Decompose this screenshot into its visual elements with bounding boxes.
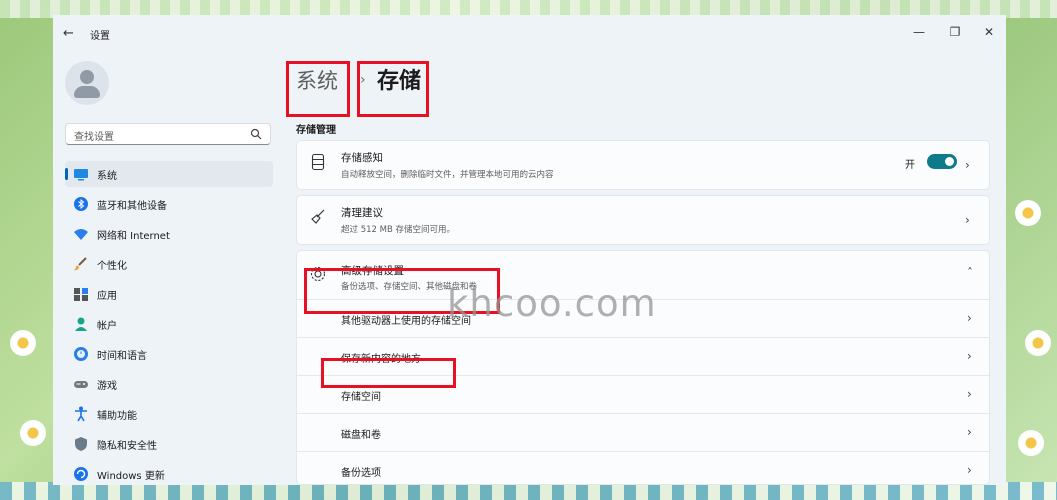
minimize-button[interactable]: —	[904, 21, 934, 43]
sidebar-item-privacy[interactable]: 隐私和安全性	[65, 431, 273, 457]
sidebar-nav: 系统 蓝牙和其他设备 网络和 Internet 个性化 应用 帐户 时间和语言 …	[65, 161, 273, 485]
chevron-right-icon: ›	[967, 311, 972, 325]
chevron-right-icon: ›	[967, 387, 972, 401]
person-icon	[75, 317, 87, 331]
wifi-icon	[74, 229, 88, 240]
chevron-right-icon: ›	[967, 349, 972, 363]
sidebar-item-gaming[interactable]: 游戏	[65, 371, 273, 397]
flower-decoration	[1015, 200, 1041, 226]
chevron-right-icon: ›	[965, 158, 970, 172]
close-button[interactable]: ✕	[974, 21, 1004, 43]
chevron-right-icon: ›	[967, 463, 972, 477]
sidebar-item-time-language[interactable]: 时间和语言	[65, 341, 273, 367]
globe-clock-icon	[74, 347, 88, 361]
sidebar-item-bluetooth[interactable]: 蓝牙和其他设备	[65, 191, 273, 217]
title-bar: ← 设置 — ❐ ✕	[53, 15, 1006, 51]
sidebar-item-label: 系统	[97, 171, 117, 182]
highlight-box	[357, 61, 429, 117]
search-input[interactable]: 查找设置	[65, 123, 271, 145]
shield-icon	[75, 437, 87, 451]
avatar-body-icon	[74, 86, 100, 98]
bluetooth-icon	[74, 197, 88, 211]
sub-item-label: 磁盘和卷	[341, 430, 381, 441]
card-title: 清理建议	[341, 207, 383, 219]
card-description: 自动释放空间，删除临时文件，并管理本地可用的云内容	[341, 170, 554, 180]
chevron-up-icon: ˆ	[967, 266, 973, 280]
flower-decoration	[20, 420, 46, 446]
sub-item-label: 备份选项	[341, 468, 381, 479]
storage-sense-card[interactable]: 存储感知 自动释放空间，删除临时文件，并管理本地可用的云内容 开 ›	[296, 140, 990, 190]
sidebar-item-network[interactable]: 网络和 Internet	[65, 221, 273, 247]
sidebar-item-label: Windows 更新	[97, 471, 165, 482]
sidebar: 查找设置 系统 蓝牙和其他设备 网络和 Internet 个性化 应用 帐户 时…	[53, 51, 283, 485]
avatar[interactable]	[65, 61, 109, 105]
sub-item-label: 存储空间	[341, 392, 381, 403]
sub-item-backup-options[interactable]: 备份选项 ›	[297, 451, 989, 484]
toggle-knob	[945, 157, 954, 166]
apps-icon	[74, 288, 88, 301]
toggle-state-label: 开	[905, 160, 915, 171]
section-title: 存储管理	[296, 125, 336, 136]
sidebar-item-label: 隐私和安全性	[97, 441, 157, 452]
sidebar-item-label: 个性化	[97, 261, 127, 272]
card-title: 存储感知	[341, 152, 383, 164]
broom-icon	[311, 209, 325, 224]
watermark: khcoo.com	[447, 282, 657, 325]
flower-decoration	[1018, 430, 1044, 456]
brush-icon	[74, 257, 87, 271]
chevron-right-icon: ›	[967, 425, 972, 439]
sidebar-item-system[interactable]: 系统	[65, 161, 273, 187]
database-icon	[311, 153, 325, 171]
card-description: 超过 512 MB 存储空间可用。	[341, 225, 455, 235]
chevron-right-icon: ›	[965, 213, 970, 227]
flower-decoration	[10, 330, 36, 356]
app-title: 设置	[90, 31, 110, 42]
sidebar-item-label: 辅助功能	[97, 411, 137, 422]
sidebar-item-label: 网络和 Internet	[97, 231, 170, 242]
sub-item-disks-volumes[interactable]: 磁盘和卷 ›	[297, 413, 989, 450]
flower-decoration	[1025, 330, 1051, 356]
sidebar-item-accessibility[interactable]: 辅助功能	[65, 401, 273, 427]
highlight-box	[321, 358, 456, 388]
maximize-button[interactable]: ❐	[940, 21, 970, 43]
sidebar-item-windows-update[interactable]: Windows 更新	[65, 461, 273, 485]
highlight-box	[286, 61, 350, 117]
cleanup-recommendations-card[interactable]: 清理建议 超过 512 MB 存储空间可用。 ›	[296, 195, 990, 245]
storage-sense-toggle[interactable]	[927, 154, 957, 169]
search-icon	[250, 128, 262, 140]
accessibility-icon	[75, 406, 87, 422]
sidebar-item-label: 蓝牙和其他设备	[97, 201, 167, 212]
gamepad-icon	[74, 381, 88, 388]
search-placeholder: 查找设置	[74, 132, 114, 143]
update-icon	[74, 467, 88, 481]
sidebar-item-label: 帐户	[97, 321, 117, 332]
sidebar-item-personalization[interactable]: 个性化	[65, 251, 273, 277]
settings-window: ← 设置 — ❐ ✕ 查找设置 系统 蓝牙和其他设备 网络和 Internet …	[53, 15, 1006, 485]
sidebar-item-label: 时间和语言	[97, 351, 147, 362]
sidebar-item-apps[interactable]: 应用	[65, 281, 273, 307]
sidebar-item-label: 游戏	[97, 381, 117, 392]
monitor-icon	[74, 169, 88, 181]
avatar-head-icon	[80, 70, 94, 84]
sidebar-item-label: 应用	[97, 291, 117, 302]
main-content: 系统 › 存储 存储管理 存储感知 自动释放空间，删除临时文件，并管理本地可用的…	[286, 51, 993, 485]
sidebar-item-accounts[interactable]: 帐户	[65, 311, 273, 337]
back-arrow-icon[interactable]: ←	[63, 26, 79, 42]
